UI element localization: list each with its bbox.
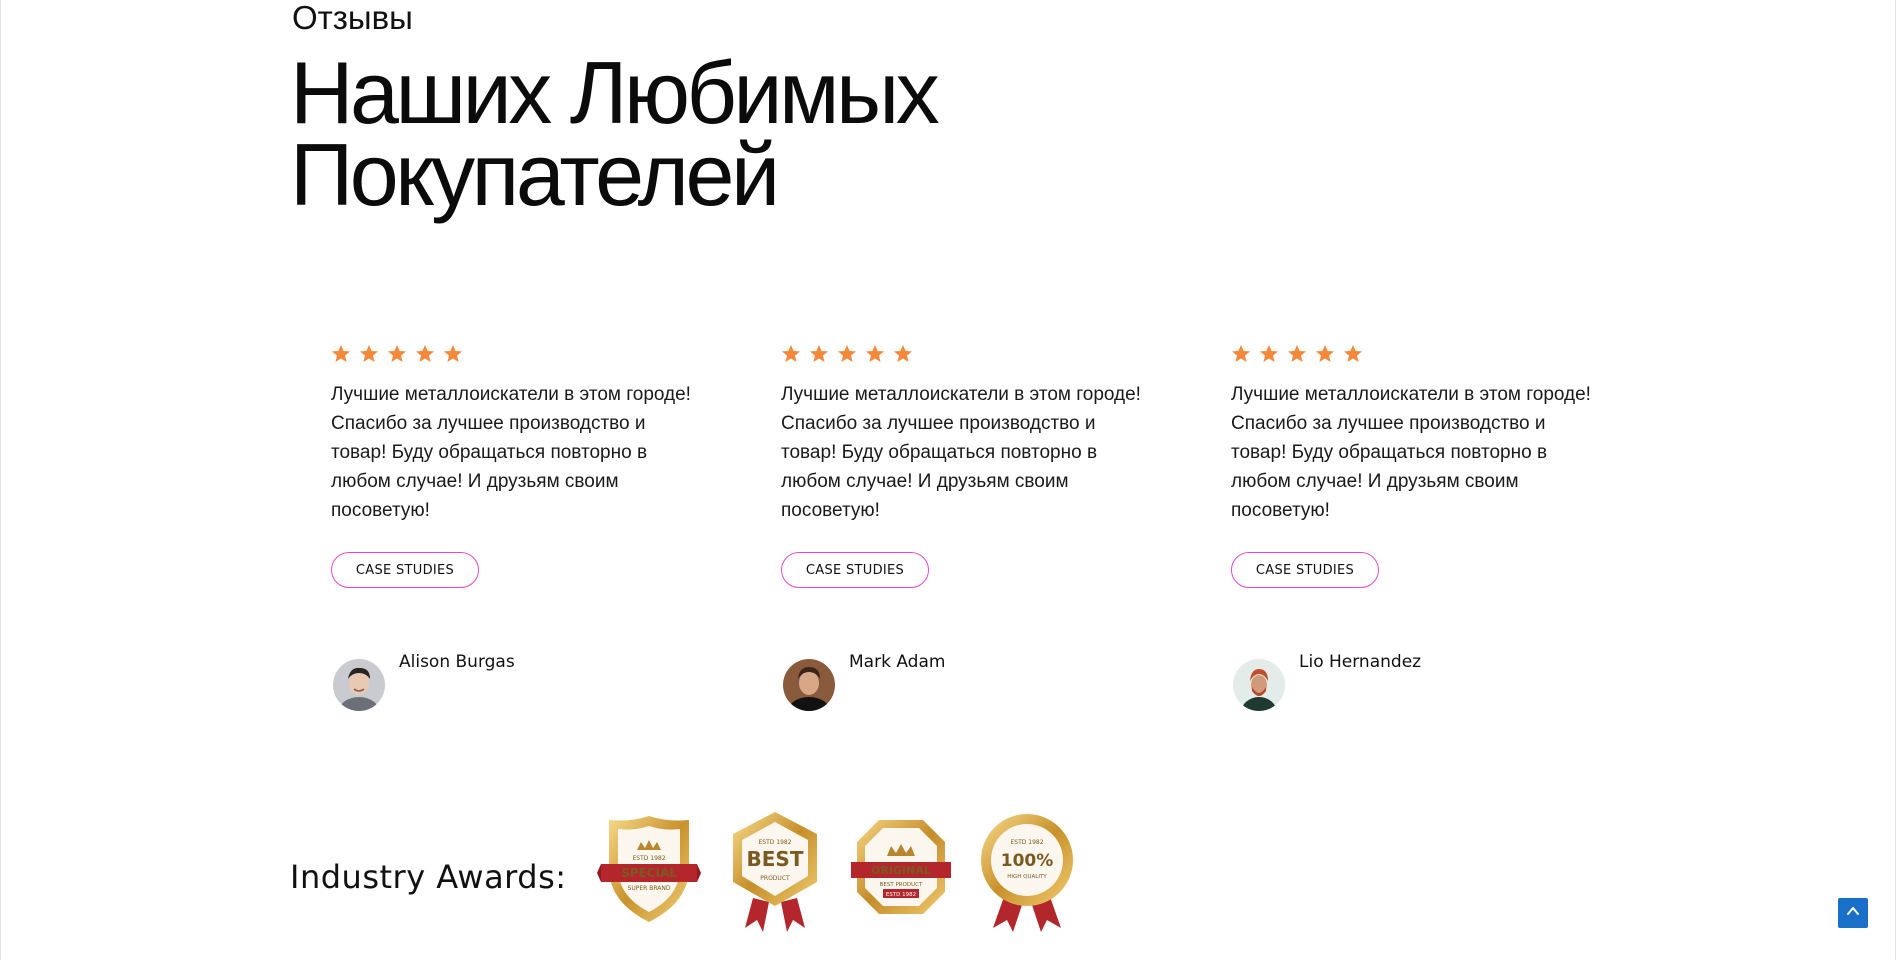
best-badge-icon: ESTD 1982 BEST PRODUCT: [723, 810, 827, 934]
star-icon: [865, 344, 885, 364]
star-icon: [415, 344, 435, 364]
testimonial-quote: Лучшие металлоискатели в этом городе! Сп…: [1231, 384, 1591, 521]
avatar: [783, 659, 835, 711]
section-title-line-1: Наших Любимых: [290, 43, 940, 142]
scroll-to-top-button[interactable]: [1838, 898, 1868, 928]
star-icon: [331, 344, 351, 364]
badge-main-text: 100%: [1000, 851, 1053, 871]
section-title: Наших Любимых Покупателей: [290, 43, 940, 224]
testimonial-quote: Лучшие металлоискатели в этом городе! Сп…: [781, 384, 1141, 521]
badge-main-text: BEST: [746, 847, 803, 871]
testimonials-grid: Лучшие металлоискатели в этом городе! Сп…: [331, 344, 1731, 711]
testimonial-card: Лучшие металлоискатели в этом городе! Сп…: [331, 344, 691, 711]
rating-stars: [331, 344, 691, 366]
star-icon: [809, 344, 829, 364]
star-icon: [781, 344, 801, 364]
star-icon: [1315, 344, 1335, 364]
badge-sub-text: SUPER BRAND: [627, 885, 670, 892]
badge-estd-text: ESTD 1982: [758, 839, 791, 846]
testimonial-author: Alison Burgas: [331, 650, 515, 711]
arrow-up-icon: [1845, 903, 1861, 924]
testimonial-author: Mark Adam: [781, 650, 945, 711]
rating-stars: [781, 344, 1141, 366]
awards-badges: ESTD 1982 SPECIAL SUPER BRAND ESTD 1982: [596, 810, 1079, 934]
section-title-line-2: Покупателей: [290, 125, 780, 224]
badge-ribbon-text: ESTD 1982: [885, 892, 915, 898]
star-icon: [893, 344, 913, 364]
star-icon: [359, 344, 379, 364]
case-studies-button[interactable]: CASE STUDIES: [1231, 552, 1379, 588]
badge-main-text: SPECIAL: [621, 866, 677, 880]
badge-estd-text: ESTD 1982: [1010, 839, 1043, 846]
avatar: [1233, 659, 1285, 711]
special-badge-icon: ESTD 1982 SPECIAL SUPER BRAND: [596, 810, 701, 934]
original-badge-icon: ORIGINAL BEST PRODUCT ESTD 1982: [849, 810, 953, 934]
author-name: Mark Adam: [849, 652, 946, 672]
rating-stars: [1231, 344, 1591, 366]
star-icon: [1287, 344, 1307, 364]
testimonial-card: Лучшие металлоискатели в этом городе! Сп…: [1231, 344, 1591, 711]
frame-border-left: [0, 0, 1, 960]
testimonial-author: Lio Hernandez: [1231, 650, 1421, 711]
star-icon: [1259, 344, 1279, 364]
star-icon: [387, 344, 407, 364]
avatar: [333, 659, 385, 711]
badge-sub-text: HIGH QUALITY: [1007, 874, 1047, 880]
testimonial-card: Лучшие металлоискатели в этом городе! Сп…: [781, 344, 1141, 711]
badge-estd-text: ESTD 1982: [632, 855, 665, 862]
industry-awards: Industry Awards: ESTD 1982 SPECIAL SUPER…: [290, 812, 1079, 934]
star-icon: [443, 344, 463, 364]
author-name: Alison Burgas: [399, 652, 515, 672]
testimonial-quote: Лучшие металлоискатели в этом городе! Сп…: [331, 384, 691, 521]
badge-main-text: ORIGINAL: [871, 864, 931, 877]
badge-sub-text: PRODUCT: [760, 875, 790, 882]
badge-sub-text: BEST PRODUCT: [879, 882, 922, 888]
awards-label: Industry Awards:: [290, 858, 567, 896]
star-icon: [837, 344, 857, 364]
author-name: Lio Hernandez: [1299, 652, 1422, 672]
star-icon: [1343, 344, 1363, 364]
case-studies-button[interactable]: CASE STUDIES: [781, 552, 929, 588]
quality-badge-icon: ESTD 1982 100% HIGH QUALITY: [975, 810, 1079, 934]
section-eyebrow: Отзывы: [292, 0, 413, 36]
star-icon: [1231, 344, 1251, 364]
case-studies-button[interactable]: CASE STUDIES: [331, 552, 479, 588]
